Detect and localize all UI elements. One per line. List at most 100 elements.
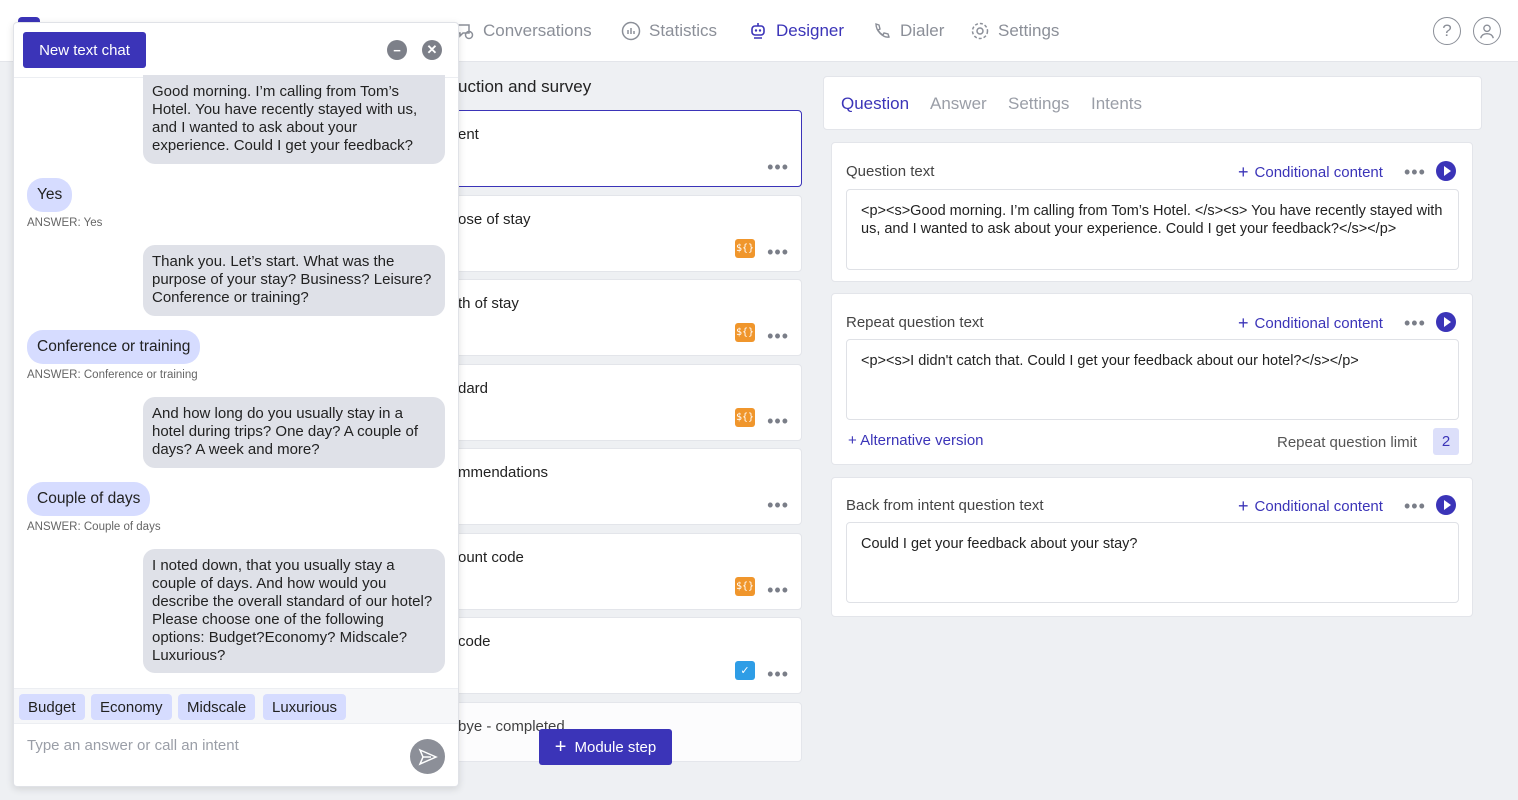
user-message: Conference or training [27,330,201,364]
nav-label: Designer [776,21,845,40]
checklist-icon: ✓ [735,661,755,680]
step-label: code [458,633,491,650]
nav-designer[interactable]: Designer [748,18,844,44]
answer-note: ANSWER: Yes [27,217,103,229]
more-icon[interactable]: ••• [767,665,789,683]
play-icon[interactable] [1436,161,1456,181]
variable-icon: ${} [735,323,755,342]
play-icon[interactable] [1436,495,1456,515]
minimize-icon[interactable]: − [387,40,407,60]
tab-answer[interactable]: Answer [930,94,987,114]
user-profile-icon[interactable] [1473,17,1501,45]
play-icon[interactable] [1436,312,1456,332]
user-message: Yes [27,178,73,212]
variable-icon: ${} [735,239,755,258]
repeat-question-label: Repeat question text [846,314,984,331]
plus-icon: + [1238,162,1249,182]
answer-note: ANSWER: Couple of days [27,521,161,533]
more-icon[interactable]: ••• [767,496,789,514]
step-label: ose of stay [458,211,531,228]
repeat-limit-label: Repeat question limit [1277,434,1418,451]
editor-tabs: Question Answer Settings Intents [823,76,1482,130]
nav-statistics[interactable]: Statistics [621,18,717,44]
bot-message: I noted down, that you usually stay a co… [143,549,445,673]
nav-dialer[interactable]: Dialer [872,18,944,44]
step-card[interactable]: th of stay ${} ••• [445,279,802,356]
new-text-chat-button[interactable]: New text chat [23,32,146,68]
repeat-question-input[interactable]: <p><s>I didn't catch that. Could I get y… [846,339,1459,420]
plus-icon: + [848,432,857,449]
conditional-content-button[interactable]: + Conditional content [1238,496,1383,517]
more-icon[interactable]: ••• [1404,163,1426,181]
more-icon[interactable]: ••• [1404,497,1426,515]
robot-icon [751,23,765,39]
text-chat-window: New text chat − ✕ Good morning. I’m call… [13,22,459,787]
step-label: mmendations [458,464,549,481]
quick-reply-midscale[interactable]: Midscale [178,694,256,720]
nav-conversations[interactable]: Conversations [455,18,592,44]
module-title: uction and survey [458,77,592,96]
conditional-content-button[interactable]: + Conditional content [1238,162,1383,183]
step-card[interactable]: code ✓ ••• [445,617,802,694]
alternative-version-button[interactable]: + Alternative version [848,432,984,449]
conditional-content-button[interactable]: + Conditional content [1238,313,1383,334]
more-icon[interactable]: ••• [767,581,789,599]
answer-note: ANSWER: Conference or training [27,369,198,381]
step-card[interactable]: ose of stay ${} ••• [445,195,802,272]
more-icon[interactable]: ••• [767,412,789,430]
module-step-label: Module step [574,738,657,756]
help-icon[interactable]: ? [1433,17,1461,45]
back-from-intent-card: Back from intent question text + Conditi… [831,477,1473,617]
variable-icon: ${} [735,408,755,427]
tab-intents[interactable]: Intents [1091,94,1142,114]
step-label: th of stay [458,295,519,312]
plus-icon: + [1238,313,1249,333]
question-text-input[interactable]: <p><s>Good morning. I’m calling from Tom… [846,189,1459,270]
back-from-intent-label: Back from intent question text [846,497,1044,514]
send-icon [418,748,438,765]
nav-label: Statistics [649,21,718,40]
step-card[interactable]: ount code ${} ••• [445,533,802,610]
send-button[interactable] [410,739,445,774]
more-icon[interactable]: ••• [767,327,789,345]
repeat-limit-input[interactable]: 2 [1433,428,1459,455]
add-module-step-button[interactable]: + Module step [539,729,672,765]
alternative-version-label: Alternative version [860,432,984,449]
quick-reply-economy[interactable]: Economy [91,694,172,720]
conditional-content-label: Conditional content [1254,498,1383,515]
bot-message: And how long do you usually stay in a ho… [143,397,445,468]
step-label: ent [458,126,479,143]
nav-settings[interactable]: Settings [970,18,1059,44]
bot-message: Thank you. Let’s start. What was the pur… [143,245,445,316]
step-label: dard [458,380,489,397]
step-label: ount code [458,549,524,566]
repeat-question-card: Repeat question text + Conditional conte… [831,293,1473,465]
step-card[interactable]: ent ••• [445,110,802,187]
question-text-label: Question text [846,163,935,180]
nav-label: Settings [998,21,1060,40]
chat-header: New text chat − ✕ [14,23,458,78]
conditional-content-label: Conditional content [1254,315,1383,332]
back-from-intent-input[interactable]: Could I get your feedback about your sta… [846,522,1459,603]
plus-icon: + [1238,496,1249,516]
more-icon[interactable]: ••• [1404,314,1426,332]
chart-icon [621,21,641,41]
user-icon [1480,24,1494,39]
step-card[interactable]: dard ${} ••• [445,364,802,441]
conditional-content-label: Conditional content [1254,164,1383,181]
question-text-card: Question text + Conditional content ••• … [831,142,1473,282]
quick-reply-luxurious[interactable]: Luxurious [263,694,347,720]
more-icon[interactable]: ••• [767,243,789,261]
bot-message: Good morning. I’m calling from Tom’s Hot… [143,75,445,164]
tab-question[interactable]: Question [841,94,909,114]
more-icon[interactable]: ••• [767,158,789,176]
quick-replies: Budget Economy Midscale Luxurious [14,688,458,724]
gear-icon [971,22,989,40]
step-card[interactable]: mmendations ••• [445,448,802,525]
variable-icon: ${} [735,577,755,596]
close-icon[interactable]: ✕ [422,40,442,60]
chat-input[interactable]: Type an answer or call an intent [27,737,239,754]
quick-reply-budget[interactable]: Budget [19,694,85,720]
nav-label: Conversations [483,21,592,40]
tab-settings[interactable]: Settings [1008,94,1069,114]
